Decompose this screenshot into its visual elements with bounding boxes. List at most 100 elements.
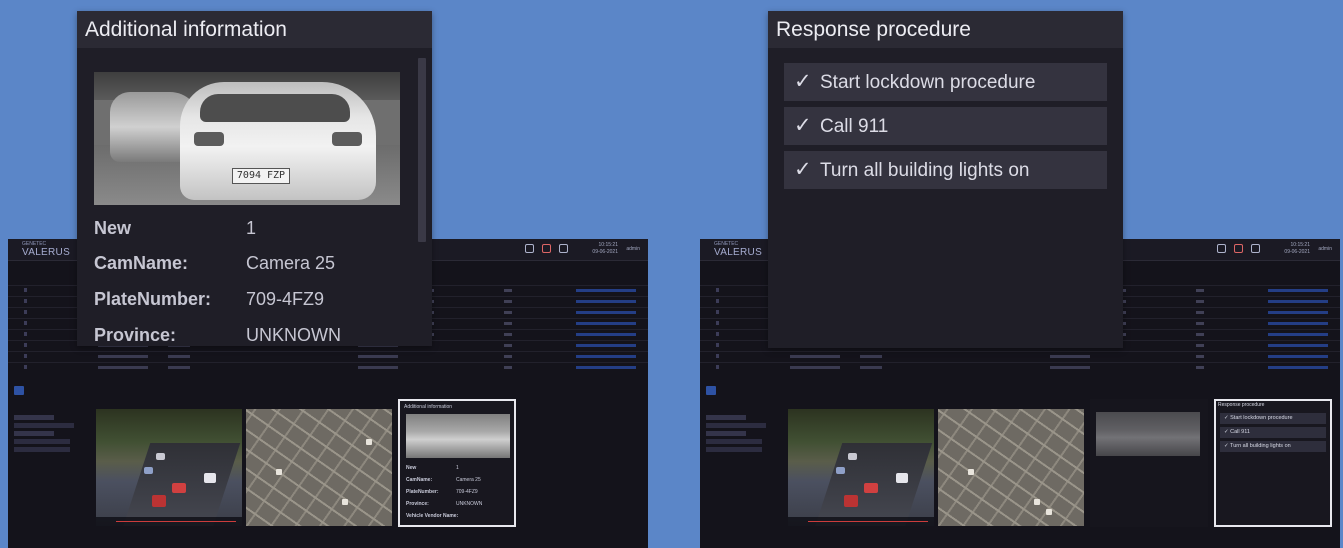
chat-icon[interactable] [525,244,534,253]
mini-field-label: Province: [406,501,429,507]
mini-resp-item-label: Turn all building lights on [1230,443,1291,449]
additional-info-popup: Additional information 7094 FZP New 1 Ca… [77,11,432,346]
mini-info-panel: Additional information New 1 CamName: Ca… [398,399,516,527]
alarm-icon[interactable] [1234,244,1243,253]
mini-field-value: 1 [456,465,459,471]
map-marker-icon[interactable] [276,469,282,475]
license-plate: 7094 FZP [232,168,290,184]
alarm-icon[interactable] [542,244,551,253]
field-value-camname: Camera 25 [246,253,336,273]
page-button[interactable] [14,386,24,395]
map-marker-icon[interactable] [1034,499,1040,505]
procedure-item-lights-on[interactable]: ✓ Turn all building lights on [784,151,1107,189]
map-marker-icon[interactable] [366,439,372,445]
mini-field-label: PlateNumber: [406,489,439,495]
procedure-item-label: Turn all building lights on [820,160,1030,181]
mini-field-label: Vehicle Vendor Name: [406,513,459,519]
tree-item[interactable] [14,439,70,444]
flag-icon[interactable] [559,244,568,253]
clock: 10:15:21 09-06-2021 [1284,242,1310,256]
user-menu[interactable]: admin [626,246,640,252]
map-marker-icon[interactable] [1046,509,1052,515]
additional-info-body: 7094 FZP New 1 CamName: Camera 25 PlateN… [77,48,432,346]
map-marker-icon[interactable] [968,469,974,475]
procedure-item-label: Call 911 [820,116,889,137]
procedure-item-label: Start lockdown procedure [820,72,1036,93]
procedure-item-lockdown[interactable]: ✓ Start lockdown procedure [784,63,1107,101]
table-row[interactable] [700,362,1340,372]
mini-field-value: 709-4FZ9 [456,489,478,495]
mini-info-panel-dim [1090,399,1208,527]
tree-item[interactable] [14,423,74,428]
map-pane[interactable] [246,409,392,526]
vertical-scrollbar[interactable] [418,58,426,242]
tree-item[interactable] [706,423,766,428]
mini-field-value: UNKNOWN [456,501,483,507]
mini-resp-title: Response procedure [1218,402,1265,408]
resources-tree [700,399,780,548]
tree-item[interactable] [706,431,746,436]
mini-resp-item-label: Call 911 [1230,429,1250,435]
field-value-platenumber: 709-4FZ9 [246,289,325,309]
table-row[interactable] [700,351,1340,361]
mini-resp-item[interactable]: ✓ Call 911 [1220,427,1326,438]
tree-item[interactable] [14,447,70,452]
mini-resp-item[interactable]: ✓ Start lockdown procedure [1220,413,1326,424]
field-label-camname: CamName: [94,253,189,273]
table-row[interactable] [8,362,648,372]
page-button[interactable] [706,386,716,395]
clock: 10:15:21 09-06-2021 [592,242,618,256]
mini-resp-panel: Response procedure ✓ Start lockdown proc… [1214,399,1332,527]
clock-time: 10:15:21 [598,242,618,248]
tree-item[interactable] [706,415,746,420]
mini-resp-item[interactable]: ✓ Turn all building lights on [1220,441,1326,452]
mini-resp-item[interactable] [526,423,636,434]
check-icon: ✓ [1224,415,1229,421]
check-icon: ✓ [794,114,812,137]
mini-info-title: Additional information [404,404,453,410]
tree-item[interactable] [706,439,762,444]
video-controls[interactable] [788,517,934,526]
field-label-new: New [94,218,132,238]
check-icon: ✓ [794,158,812,181]
field-label-province: Province: [94,325,177,345]
tree-item[interactable] [14,415,54,420]
camera-video-pane[interactable] [788,409,934,526]
procedure-item-call-911[interactable]: ✓ Call 911 [784,107,1107,145]
mini-resp-item-label: Start lockdown procedure [1230,415,1293,421]
map-marker-icon[interactable] [342,499,348,505]
video-controls[interactable] [96,517,242,526]
chat-icon[interactable] [1217,244,1226,253]
popup-title: Additional information [77,11,432,48]
mini-vehicle-thumbnail [406,414,510,458]
mini-field-label: CamName: [406,477,433,483]
camera-video-pane[interactable] [96,409,242,526]
table-row[interactable] [8,351,648,361]
field-value-new: 1 [246,218,257,238]
field-value-province: UNKNOWN [246,325,341,345]
mini-field-value: Camera 25 [456,477,481,483]
field-label-platenumber: PlateNumber: [94,289,212,309]
flag-icon[interactable] [1251,244,1260,253]
vehicle-snapshot: 7094 FZP [94,72,400,205]
clock-date: 09-06-2021 [592,249,618,255]
check-icon: ✓ [1224,443,1229,449]
clock-time: 10:15:21 [1290,242,1310,248]
clock-date: 09-06-2021 [1284,249,1310,255]
mini-resp-item[interactable] [526,437,636,448]
map-pane[interactable] [938,409,1084,526]
check-icon: ✓ [1224,429,1229,435]
response-procedure-popup: Response procedure ✓ Start lockdown proce… [768,11,1123,348]
mini-field-label: New [406,465,417,471]
mini-vehicle-thumbnail [1096,412,1200,456]
mini-resp-item[interactable] [526,409,636,420]
mini-resp-panel-dim [522,399,640,527]
tree-item[interactable] [14,431,54,436]
user-menu[interactable]: admin [1318,246,1332,252]
tree-item[interactable] [706,447,762,452]
brand-logo: VALERUS [714,247,763,258]
resources-tree [8,399,88,548]
popup-title: Response procedure [768,11,1123,48]
brand-logo: VALERUS [22,247,71,258]
check-icon: ✓ [794,70,812,93]
